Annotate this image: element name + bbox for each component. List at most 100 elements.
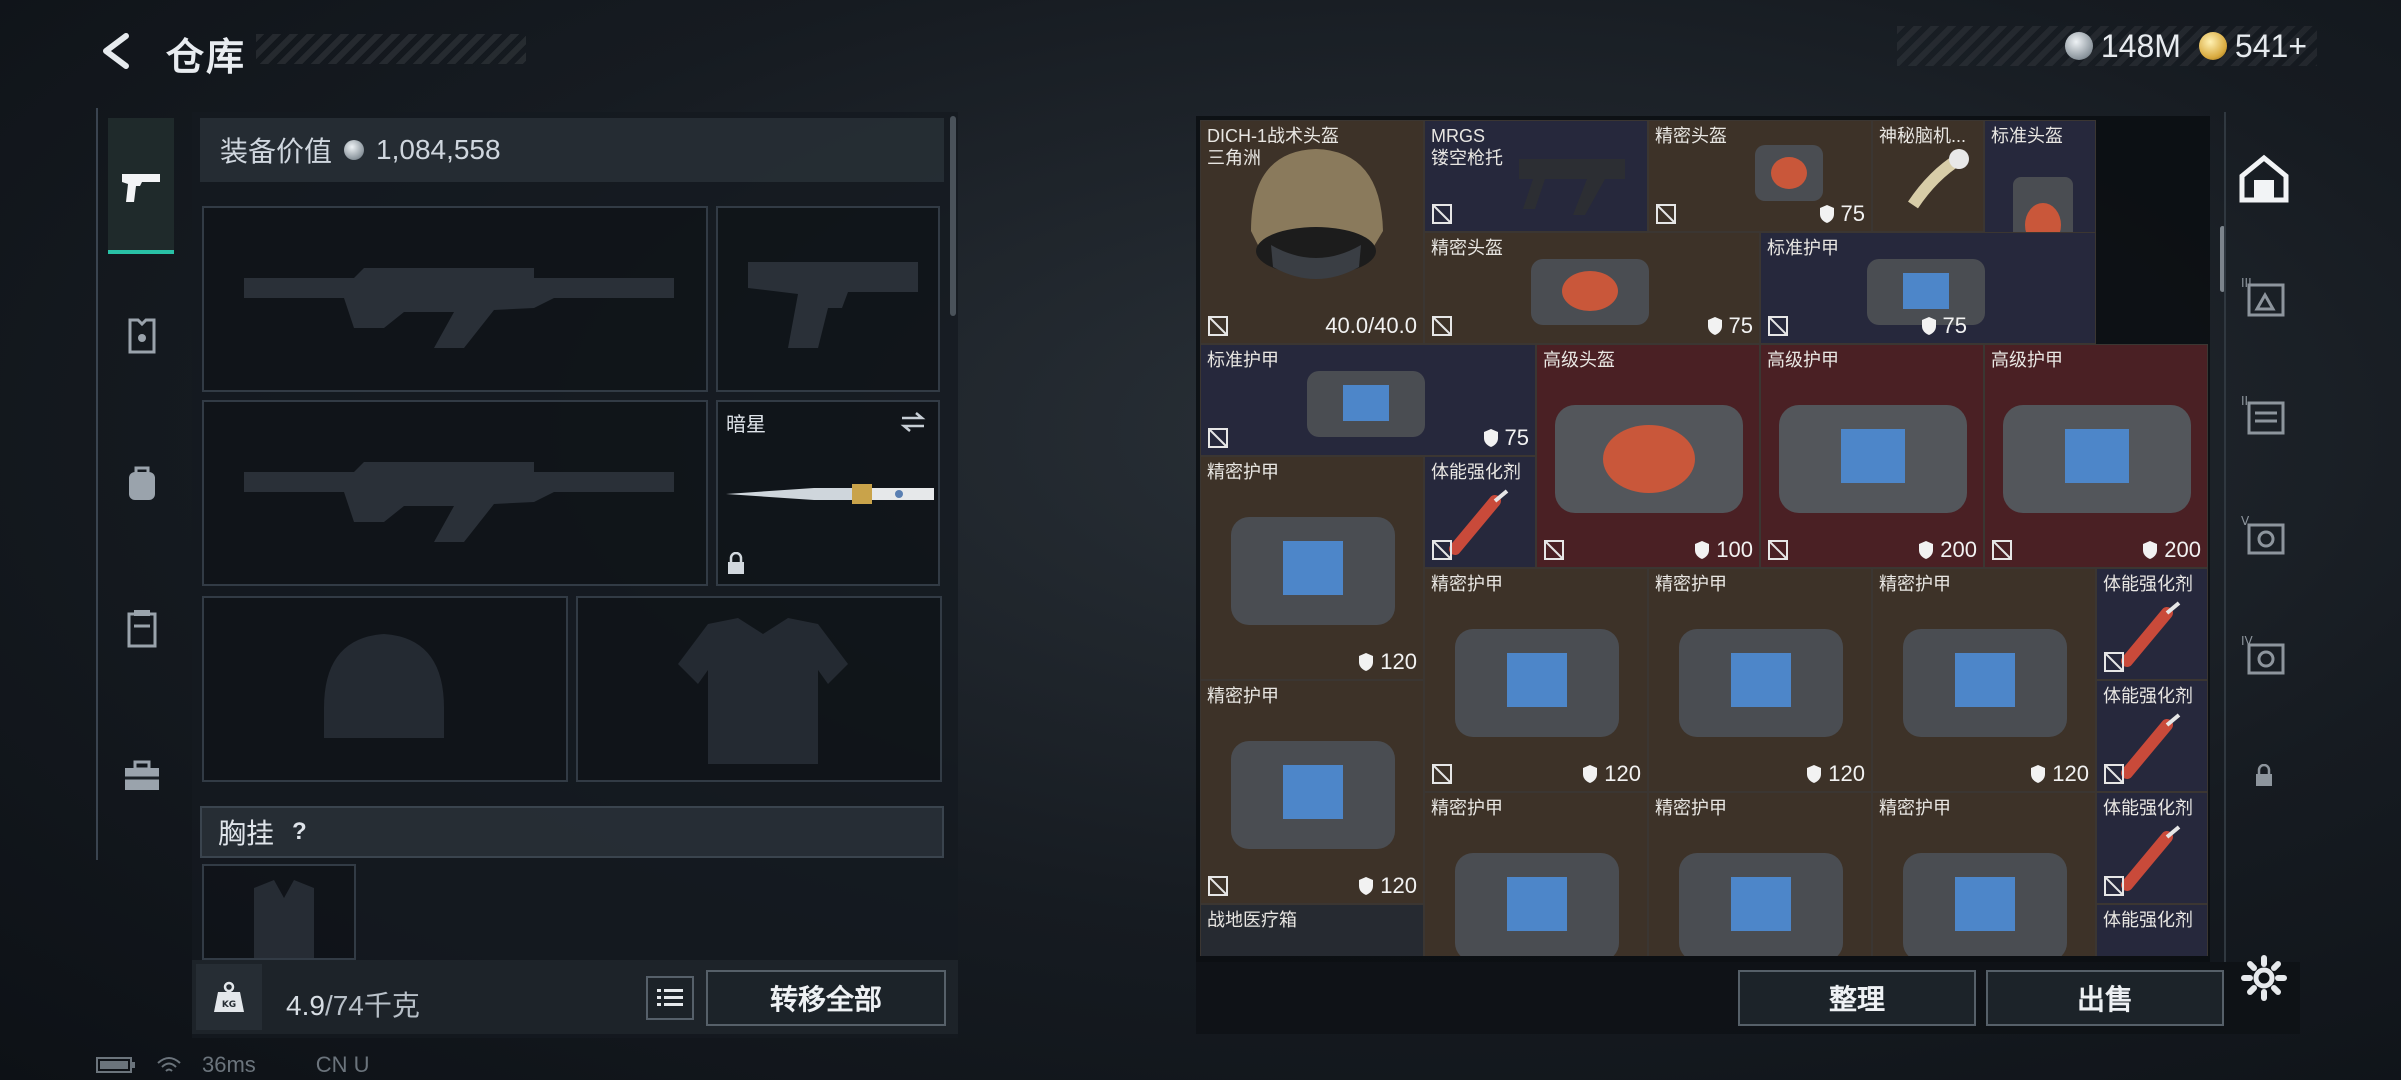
- gold-amount: 541+: [2234, 27, 2307, 64]
- help-icon[interactable]: ?: [292, 818, 307, 846]
- untradable-icon: [1432, 204, 1452, 224]
- storage-item[interactable]: 高级护甲 200: [1984, 344, 2208, 568]
- back-arrow-icon[interactable]: [96, 30, 138, 72]
- storage-item[interactable]: 精密头盔 75: [1424, 232, 1760, 344]
- item-name: 体能强化剂: [1431, 462, 1521, 482]
- warehouse-tab-icon[interactable]: [2234, 148, 2294, 208]
- storage-item[interactable]: 体能强化剂: [2096, 904, 2208, 956]
- armor-bag-icon: [1307, 371, 1425, 437]
- storage-page-3-icon[interactable]: III: [2234, 268, 2294, 328]
- knife-icon: [726, 484, 934, 504]
- item-durability: 120: [1582, 761, 1641, 787]
- helmet-slot[interactable]: [202, 596, 568, 782]
- storage-item[interactable]: 精密护甲: [1872, 792, 2096, 956]
- storage-item[interactable]: 精密护甲 120: [1648, 568, 1872, 792]
- loadout-scrollbar[interactable]: [950, 116, 956, 316]
- swap-icon[interactable]: [898, 410, 928, 434]
- storage-item[interactable]: DICH-1战术头盔 三角洲 40.0/40.0: [1200, 120, 1424, 344]
- chest-rig-header: 胸挂 ?: [200, 806, 944, 858]
- storage-item[interactable]: 体能强化剂: [2096, 792, 2208, 904]
- item-name: 精密护甲: [1655, 798, 1727, 818]
- list-view-button[interactable]: [646, 976, 694, 1020]
- storage-item[interactable]: 精密护甲: [1648, 792, 1872, 956]
- weight-current: 4.9: [286, 990, 325, 1021]
- secondary-weapon-slot[interactable]: [202, 400, 708, 586]
- storage-item[interactable]: 精密护甲 120: [1200, 456, 1424, 680]
- equipment-value-bar: 装备价值 1,084,558: [200, 118, 944, 182]
- sell-button[interactable]: 出售: [1986, 970, 2224, 1026]
- item-durability: 200: [2142, 537, 2201, 563]
- item-durability: 120: [1806, 761, 1865, 787]
- currency-silver[interactable]: 148M: [2064, 28, 2181, 65]
- toolbox-icon[interactable]: [112, 746, 172, 806]
- item-name: 精密护甲: [1879, 798, 1951, 818]
- armor-icon[interactable]: [112, 306, 172, 366]
- svg-text:II: II: [2241, 394, 2248, 408]
- storage-item[interactable]: 精密头盔 75: [1648, 120, 1872, 232]
- untradable-icon: [1432, 540, 1452, 560]
- storage-page-2-icon[interactable]: II: [2234, 386, 2294, 446]
- helmet-bag-icon: [1531, 259, 1649, 325]
- storage-item[interactable]: 战地医疗箱: [1200, 904, 1424, 956]
- brain-chip-icon: [1908, 149, 1969, 209]
- pistol-icon[interactable]: [112, 158, 172, 218]
- storage-item[interactable]: 精密护甲: [1424, 792, 1648, 956]
- storage-item[interactable]: 精密护甲 120: [1872, 568, 2096, 792]
- lock-icon: [728, 552, 744, 574]
- item-name: 战地医疗箱: [1207, 910, 1297, 930]
- armor-bag-icon: [1679, 629, 1843, 737]
- chest-rig-slot[interactable]: [202, 864, 356, 960]
- storage-page-5-icon[interactable]: V: [2234, 506, 2294, 566]
- storage-page-4-icon[interactable]: IV: [2234, 626, 2294, 686]
- settings-gear-icon[interactable]: [2240, 954, 2288, 1002]
- region-label: CN U: [315, 1052, 370, 1077]
- equipment-value: 1,084,558: [376, 134, 501, 165]
- untradable-icon: [1432, 316, 1452, 336]
- storage-item[interactable]: 高级头盔 100: [1536, 344, 1760, 568]
- item-durability: 75: [1483, 425, 1529, 451]
- item-name: 神秘脑机...: [1879, 126, 1967, 146]
- sidearm-slot[interactable]: [716, 206, 940, 392]
- storage-item[interactable]: 体能强化剂: [2096, 568, 2208, 680]
- body-armor-slot[interactable]: [576, 596, 942, 782]
- weight-icon: KG: [196, 964, 262, 1030]
- storage-item[interactable]: 精密护甲 120: [1200, 680, 1424, 904]
- wifi-icon: [157, 1057, 181, 1072]
- item-name: 精密护甲: [1655, 574, 1727, 594]
- item-name: 精密护甲: [1431, 574, 1503, 594]
- transfer-all-button[interactable]: 转移全部: [706, 970, 946, 1026]
- item-name: MRGS 镂空枪托: [1431, 126, 1503, 168]
- item-durability: 200: [1918, 537, 1977, 563]
- item-name: 体能强化剂: [2103, 686, 2193, 706]
- primary-weapon-slot[interactable]: [202, 206, 708, 392]
- helmet-bag-icon: [1555, 405, 1743, 513]
- storage-item[interactable]: 体能强化剂: [1424, 456, 1536, 568]
- system-status-bar: 36ms CN U: [96, 1052, 370, 1078]
- storage-item[interactable]: 精密护甲 120: [1424, 568, 1648, 792]
- item-name: DICH-1战术头盔 三角洲: [1207, 126, 1340, 168]
- item-name: 体能强化剂: [2103, 574, 2193, 594]
- chest-rig-label: 胸挂: [218, 818, 275, 849]
- item-name: 标准头盔: [1991, 126, 2063, 146]
- storage-item[interactable]: 高级护甲 200: [1760, 344, 1984, 568]
- item-name: 体能强化剂: [2103, 910, 2193, 930]
- item-durability: 75: [1921, 313, 1967, 339]
- sort-button[interactable]: 整理: [1738, 970, 1976, 1026]
- storage-item[interactable]: 体能强化剂: [2096, 680, 2208, 792]
- melee-slot[interactable]: 暗星: [716, 400, 940, 586]
- untradable-icon: [1656, 204, 1676, 224]
- backpack-icon[interactable]: [112, 452, 172, 512]
- armor-bag-icon: [1455, 853, 1619, 956]
- currency-gold[interactable]: 541+: [2198, 27, 2307, 65]
- item-name: 体能强化剂: [2103, 798, 2193, 818]
- ping-value: 36ms: [202, 1052, 256, 1077]
- container-icon[interactable]: [112, 598, 172, 658]
- melee-name: 暗星: [726, 414, 766, 436]
- storage-item[interactable]: 标准护甲 75: [1200, 344, 1536, 456]
- storage-item[interactable]: 标准护甲 75: [1760, 232, 2096, 344]
- silver-coin-icon: [344, 140, 365, 160]
- storage-item[interactable]: MRGS 镂空枪托: [1424, 120, 1648, 232]
- storage-item[interactable]: 神秘脑机...: [1872, 120, 1984, 232]
- syringe-icon: [2121, 825, 2181, 891]
- equipment-value-label: 装备价值: [220, 136, 333, 167]
